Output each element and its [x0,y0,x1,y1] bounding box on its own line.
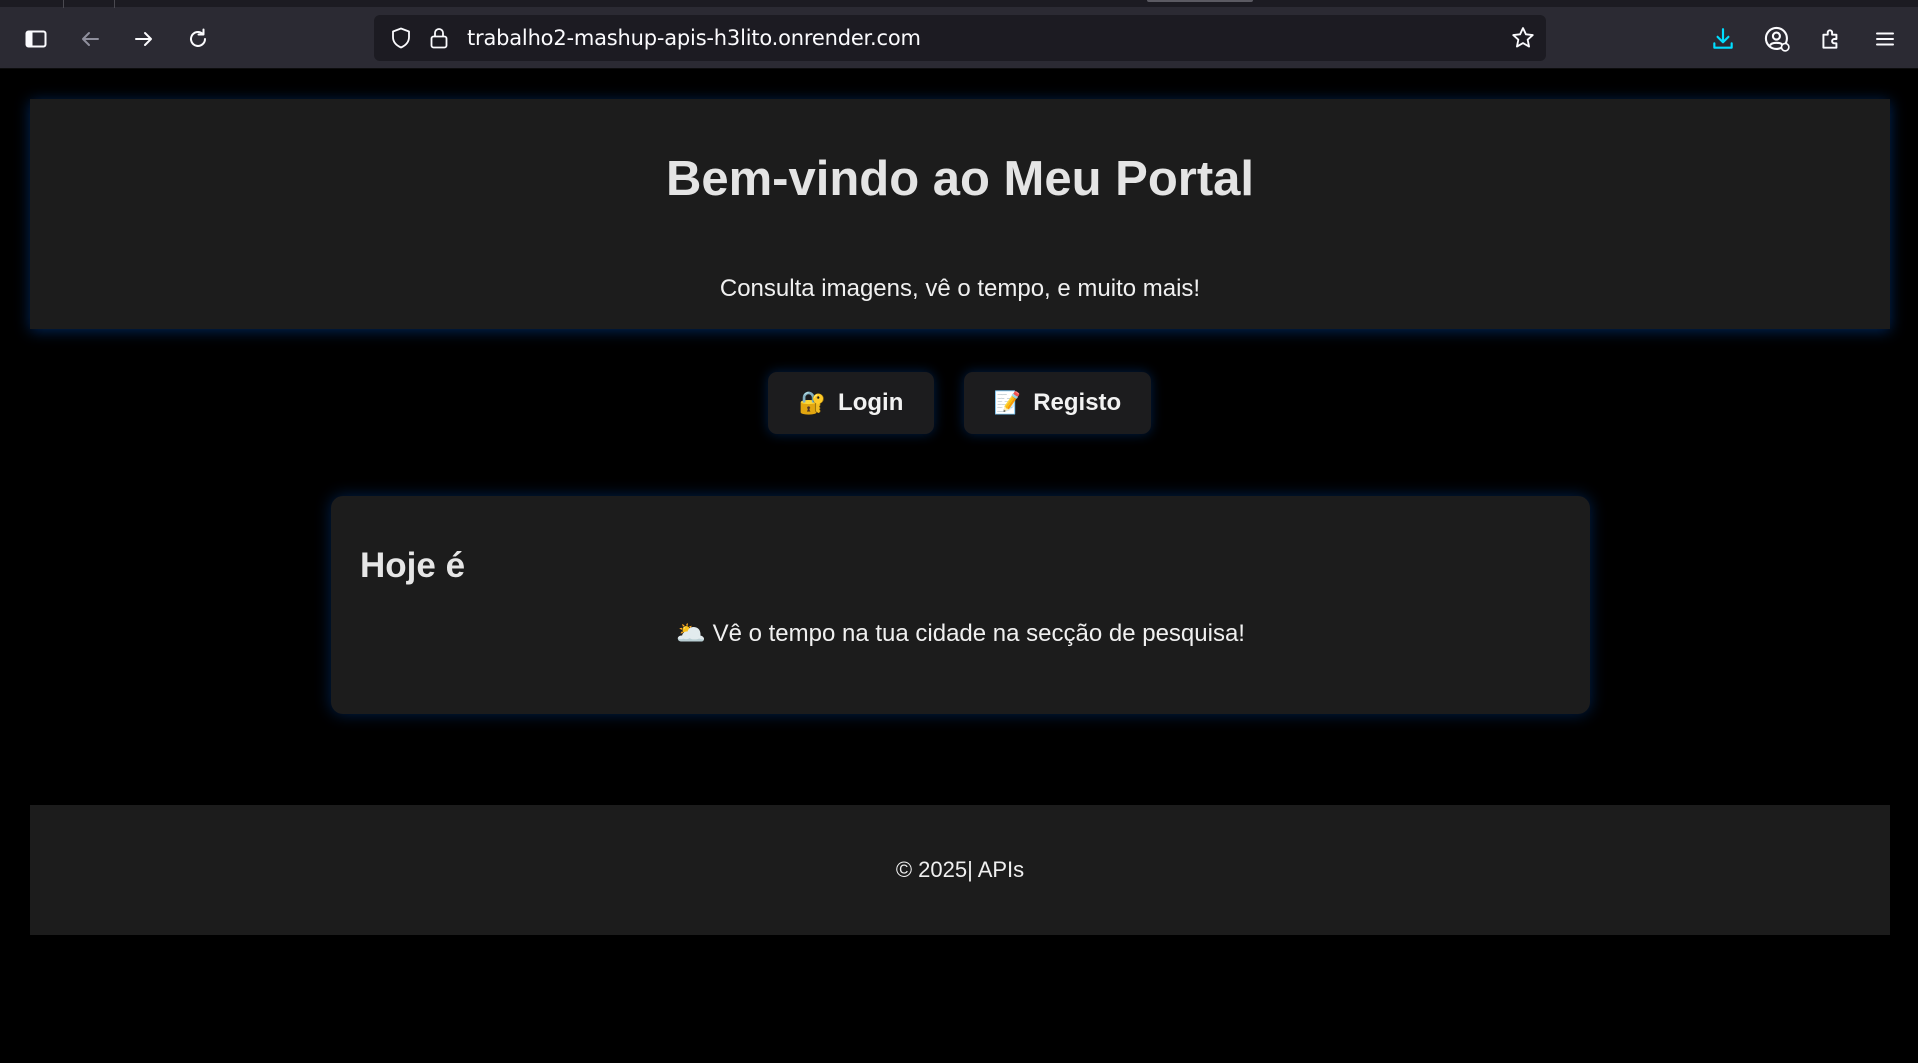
page-content: Bem-vindo ao Meu Portal Consulta imagens… [0,70,1918,1063]
footer-copyright: © 2025| APIs [895,857,1025,882]
app-menu-button[interactable] [1867,21,1903,57]
forward-arrow-icon [135,32,152,46]
url-text[interactable]: trabalho2-mashup-apis-h3lito.onrender.co… [467,15,921,61]
account-button[interactable] [1759,21,1795,57]
shield-icon [392,27,410,49]
page-subtitle: Consulta imagens, vê o tempo, e muito ma… [719,275,1201,302]
weather-hint-text: Vê o tempo na tua cidade na secção de pe… [712,620,1245,647]
lock-icon [430,28,448,49]
active-tab-indicator [1147,0,1253,2]
back-button[interactable] [72,21,108,57]
puzzle-icon [1822,29,1838,49]
site-header: Bem-vindo ao Meu Portal Consulta imagens… [30,99,1890,329]
reload-icon [190,28,206,47]
download-icon [1713,28,1733,49]
hamburger-menu-icon [1876,32,1894,46]
tab-separator [114,0,115,8]
reload-button[interactable] [180,21,216,57]
login-label: Login [838,389,904,416]
tab-strip [0,0,1918,8]
auth-buttons: 🔐 Login 📝 Registo [0,372,1918,434]
forward-button[interactable] [126,21,162,57]
memo-icon: 📝 [993,390,1022,415]
account-icon [1764,26,1790,52]
downloads-button[interactable] [1705,21,1741,57]
weather-hint: 🌥️ Vê o tempo na tua cidade na secção de… [331,622,1590,646]
tracking-protection-button[interactable] [386,15,416,61]
register-label: Registo [1033,389,1122,416]
site-footer: © 2025| APIs [30,805,1890,935]
login-button[interactable]: 🔐 Login [768,372,934,434]
page-title: Bem-vindo ao Meu Portal [665,152,1255,206]
bookmark-button[interactable] [1508,15,1538,61]
today-heading: Hoje é [360,546,466,585]
register-button[interactable]: 📝 Registo [964,372,1151,434]
today-card: Hoje é 🌥️ Vê o tempo na tua cidade na se… [331,496,1590,714]
browser-toolbar: trabalho2-mashup-apis-h3lito.onrender.co… [0,8,1918,69]
extensions-button[interactable] [1813,21,1849,57]
star-icon [1512,27,1534,48]
site-security-button[interactable] [424,15,454,61]
lock-key-icon: 🔐 [798,390,827,415]
back-arrow-icon [82,32,99,46]
sun-behind-cloud-icon: 🌥️ [676,620,706,647]
sidebar-toggle-button[interactable] [18,21,54,57]
tab-separator [63,0,64,8]
sidebar-icon [25,30,47,48]
url-bar[interactable]: trabalho2-mashup-apis-h3lito.onrender.co… [374,15,1546,61]
